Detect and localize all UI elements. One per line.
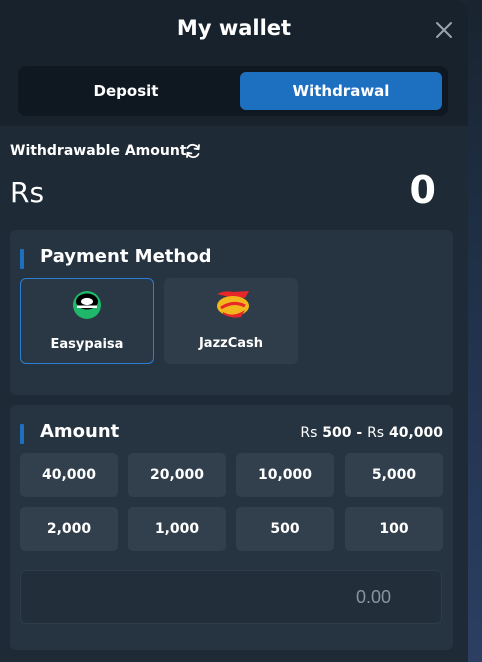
- section-accent-bar: [20, 249, 24, 269]
- balance-currency: Rs: [10, 176, 45, 209]
- refresh-icon[interactable]: [184, 142, 202, 160]
- range-max-currency: Rs: [367, 425, 385, 441]
- tab-deposit[interactable]: Deposit: [20, 72, 232, 110]
- tab-withdrawal[interactable]: Withdrawal: [240, 72, 442, 110]
- close-icon[interactable]: [432, 18, 456, 42]
- withdrawable-amount-label: Withdrawable Amount: [10, 143, 187, 159]
- preset-amount-button[interactable]: 500: [236, 507, 334, 551]
- method-label: Easypaisa: [50, 337, 124, 352]
- amount-card: Amount Rs 500 - Rs 40,000 40,000 20,000 …: [10, 405, 453, 650]
- range-max: 40,000: [388, 425, 443, 441]
- amount-input[interactable]: [20, 570, 442, 624]
- jazzcash-logo-icon: [215, 288, 249, 320]
- wallet-header: My wallet Deposit Withdrawal: [0, 0, 468, 126]
- wallet-tabs: Deposit Withdrawal: [18, 66, 448, 116]
- payment-method-card: Payment Method Easypaisa JazzCash: [10, 230, 453, 395]
- method-label: JazzCash: [198, 336, 264, 351]
- preset-amount-button[interactable]: 100: [345, 507, 443, 551]
- payment-method-title: Payment Method: [40, 246, 212, 267]
- range-min-currency: Rs: [300, 425, 318, 441]
- range-separator: -: [356, 425, 363, 441]
- section-accent-bar: [20, 424, 24, 444]
- preset-amount-button[interactable]: 2,000: [20, 507, 118, 551]
- preset-amount-button[interactable]: 40,000: [20, 453, 118, 497]
- page-title: My wallet: [176, 16, 292, 40]
- range-min: 500: [322, 425, 352, 441]
- background-strip: [468, 0, 482, 662]
- amount-range: Rs 500 - Rs 40,000: [300, 425, 443, 441]
- easypaisa-logo-icon: [71, 289, 103, 321]
- method-easypaisa[interactable]: Easypaisa: [20, 278, 154, 364]
- preset-amount-button[interactable]: 10,000: [236, 453, 334, 497]
- balance-value: 0: [409, 168, 436, 212]
- method-jazzcash[interactable]: JazzCash: [164, 278, 298, 364]
- amount-title: Amount: [40, 421, 120, 442]
- preset-amount-button[interactable]: 1,000: [128, 507, 226, 551]
- preset-amount-button[interactable]: 5,000: [345, 453, 443, 497]
- wallet-panel: My wallet Deposit Withdrawal Withdrawabl…: [0, 0, 468, 662]
- preset-amount-button[interactable]: 20,000: [128, 453, 226, 497]
